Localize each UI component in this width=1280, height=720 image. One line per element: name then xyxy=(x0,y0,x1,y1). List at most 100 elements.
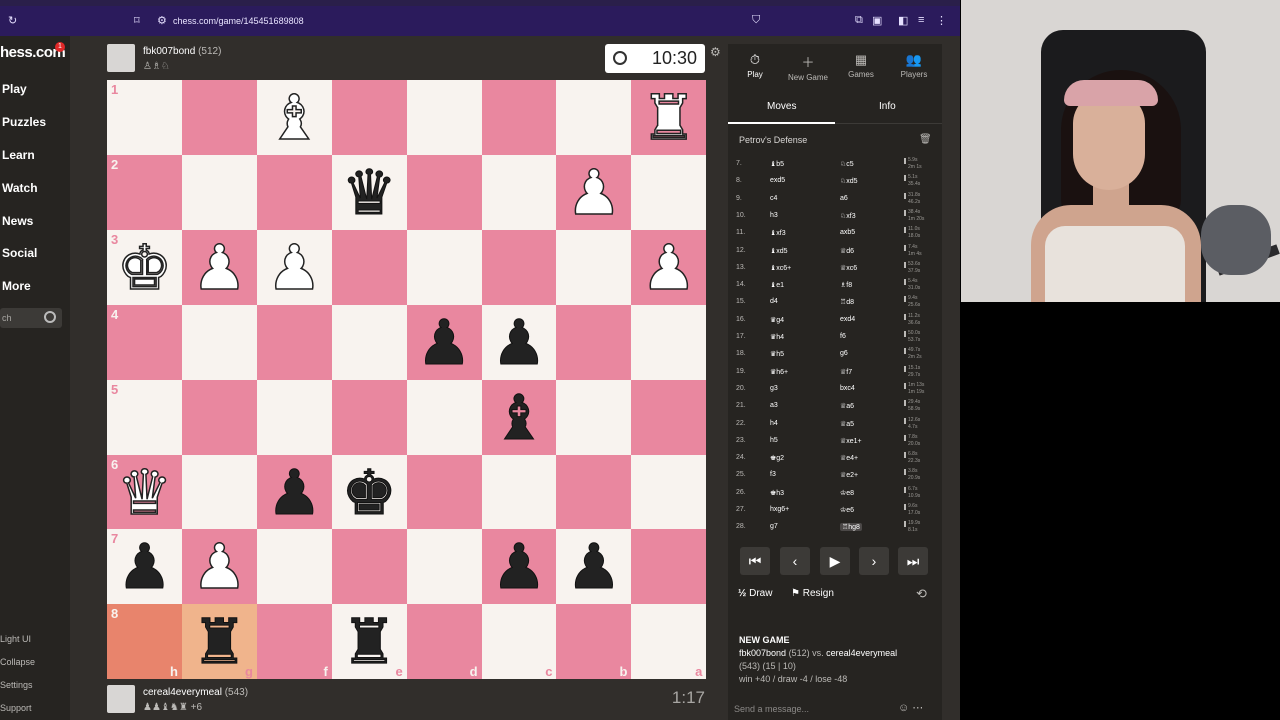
draw-button[interactable]: ½ Draw xyxy=(738,588,772,599)
piece-g8[interactable]: ♜ xyxy=(182,604,257,679)
square-b6[interactable] xyxy=(556,454,632,530)
square-e4[interactable] xyxy=(331,304,407,380)
piece-g3[interactable]: ♟ xyxy=(182,230,257,305)
square-e7[interactable] xyxy=(331,529,407,605)
tab-games[interactable]: ▦ Games xyxy=(834,52,888,79)
black-move[interactable]: ♗f8 xyxy=(840,281,852,289)
square-d7[interactable] xyxy=(406,529,482,605)
square-f4[interactable] xyxy=(256,304,332,380)
top-player-avatar[interactable] xyxy=(107,44,135,72)
black-move[interactable]: ♘xf3 xyxy=(840,212,856,220)
nav-puzzles[interactable]: Puzzles xyxy=(2,115,46,129)
black-move[interactable]: exd4 xyxy=(840,316,855,323)
square-c6[interactable] xyxy=(481,454,557,530)
piece-f1[interactable]: ♝ xyxy=(257,80,332,155)
player-username[interactable]: cereal4everymeal xyxy=(143,687,222,698)
white-move[interactable]: g3 xyxy=(770,385,778,392)
nav-play[interactable]: Play xyxy=(2,82,27,96)
white-move[interactable]: d4 xyxy=(770,298,778,305)
square-g5[interactable] xyxy=(181,379,257,455)
white-move[interactable]: ♛h5 xyxy=(770,350,784,358)
menu-icon[interactable]: ≡ xyxy=(918,14,924,26)
white-move[interactable]: ♝e1 xyxy=(770,281,784,289)
black-move[interactable]: ♕e4+ xyxy=(840,454,858,462)
black-move[interactable]: bxc4 xyxy=(840,385,855,392)
bottom-player-name[interactable]: cereal4everymeal (543) xyxy=(143,687,248,698)
black-move[interactable]: ♔e8 xyxy=(840,489,854,497)
square-g4[interactable] xyxy=(181,304,257,380)
nav-social[interactable]: Social xyxy=(2,246,37,260)
piece-f6[interactable]: ♟ xyxy=(257,455,332,530)
white-move[interactable]: ♝b5 xyxy=(770,160,784,168)
black-move[interactable]: axb5 xyxy=(840,229,855,236)
square-a6[interactable] xyxy=(631,454,707,530)
square-f2[interactable] xyxy=(256,154,332,230)
piece-h6[interactable]: ♛ xyxy=(107,455,182,530)
previous-move-button[interactable]: ‹ xyxy=(780,547,810,575)
settings-link[interactable]: Settings xyxy=(0,680,33,690)
piece-c5[interactable]: ♝ xyxy=(482,380,557,455)
piece-c7[interactable]: ♟ xyxy=(482,529,557,604)
white-move[interactable]: ♝xd5 xyxy=(770,247,788,255)
square-h4[interactable]: 4 xyxy=(107,304,182,380)
piece-f3[interactable]: ♟ xyxy=(257,230,332,305)
square-h5[interactable]: 5 xyxy=(107,379,182,455)
black-move[interactable]: a6 xyxy=(840,195,848,202)
tab-new-game[interactable]: ＋ New Game xyxy=(781,52,835,82)
reload-icon[interactable]: ↻ xyxy=(8,14,17,27)
black-move[interactable]: ♕d6 xyxy=(840,247,854,255)
square-b1[interactable] xyxy=(556,80,632,155)
site-settings-icon[interactable]: ⚙ xyxy=(157,14,167,27)
square-a8[interactable]: a xyxy=(631,604,707,680)
white-move[interactable]: hxg6+ xyxy=(770,506,789,513)
square-d1[interactable] xyxy=(406,80,482,155)
url-field[interactable]: chess.com/game/145451689808 xyxy=(173,16,304,26)
next-move-button[interactable]: › xyxy=(859,547,889,575)
play-button[interactable]: ▶ xyxy=(820,547,850,575)
tab-play[interactable]: ⏱ Play xyxy=(728,52,782,79)
search-icon[interactable] xyxy=(44,311,56,323)
more-icon[interactable]: ⋮ xyxy=(936,14,947,27)
black-move[interactable]: ♕e2+ xyxy=(840,471,858,479)
piece-c4[interactable]: ♟ xyxy=(482,305,557,380)
piece-g7[interactable]: ♟ xyxy=(182,529,257,605)
extension-shield-icon[interactable]: ⛉ xyxy=(752,14,760,27)
square-b8[interactable]: b xyxy=(556,604,632,680)
white-move[interactable]: ♛h6+ xyxy=(770,368,788,376)
extension-icon-2[interactable]: ▣ xyxy=(872,14,882,27)
emoji-icon[interactable]: ☺ xyxy=(898,702,909,714)
square-f8[interactable]: f xyxy=(256,604,332,680)
square-b5[interactable] xyxy=(556,379,632,455)
white-move[interactable]: ♚g2 xyxy=(770,454,784,462)
square-d3[interactable] xyxy=(406,229,482,305)
square-a4[interactable] xyxy=(631,304,707,380)
white-move[interactable]: ♝xc6+ xyxy=(770,264,791,272)
opening-name[interactable]: Petrov's Defense xyxy=(739,135,807,145)
black-move[interactable]: ♕a5 xyxy=(840,420,854,428)
black-move[interactable]: ♘xd5 xyxy=(840,177,858,185)
black-move[interactable]: ♕f7 xyxy=(840,368,852,376)
white-move[interactable]: exd5 xyxy=(770,177,785,184)
black-move[interactable]: ♕xe1+ xyxy=(840,437,862,445)
nav-learn[interactable]: Learn xyxy=(2,148,35,162)
black-move[interactable]: ♔e6 xyxy=(840,506,854,514)
board-settings-gear-icon[interactable]: ⚙ xyxy=(710,45,721,59)
white-move[interactable]: h3 xyxy=(770,212,778,219)
resign-button[interactable]: ⚑ Resign xyxy=(791,588,834,599)
white-move[interactable]: ♝xf3 xyxy=(770,229,786,237)
move-list[interactable]: 7. ♝b5 ♘c5 5.9s 2m 1s 8. exd5 ♘xd5 5.1s 35.4s 9. c4… xyxy=(728,156,942,533)
collapse-link[interactable]: Collapse xyxy=(0,657,35,667)
square-a7[interactable] xyxy=(631,529,707,605)
square-a5[interactable] xyxy=(631,379,707,455)
piece-h3[interactable]: ♚ xyxy=(107,230,182,305)
square-d6[interactable] xyxy=(406,454,482,530)
flip-board-icon[interactable]: ⟲ xyxy=(916,586,927,602)
square-e1[interactable] xyxy=(331,80,407,155)
top-player-name[interactable]: fbk007bond (512) xyxy=(143,46,221,57)
more-options-icon[interactable]: ⋯ xyxy=(912,702,923,714)
square-b3[interactable] xyxy=(556,229,632,305)
bottom-player-avatar[interactable] xyxy=(107,685,135,713)
black-move[interactable]: ♖hg8 xyxy=(840,523,862,532)
white-move[interactable]: c4 xyxy=(770,195,777,202)
nav-more[interactable]: More xyxy=(2,279,31,293)
